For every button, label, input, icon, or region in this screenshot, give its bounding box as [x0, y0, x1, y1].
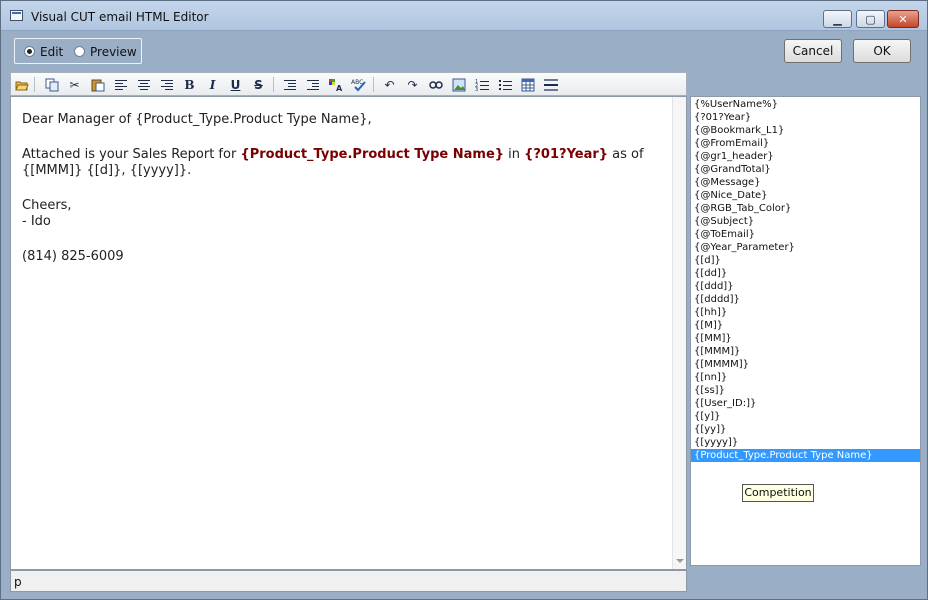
outdent-icon[interactable] — [281, 76, 298, 93]
redo-icon[interactable]: ↷ — [404, 76, 421, 93]
field-list-item[interactable]: {Product_Type.Product Type Name} — [691, 449, 920, 462]
html-editor-area[interactable]: Dear Manager of {Product_Type.Product Ty… — [10, 96, 687, 570]
field-list-item[interactable]: {@Year_Parameter} — [691, 241, 920, 254]
field-list-item[interactable]: {[d]} — [691, 254, 920, 267]
link-icon[interactable] — [427, 76, 444, 93]
format-toolbar: ✂ B I U S A ABC ↶ ↷ 1 2 3 — [10, 72, 687, 96]
preview-radio[interactable] — [74, 46, 85, 57]
italic-button[interactable]: I — [204, 76, 221, 93]
open-icon[interactable] — [13, 76, 30, 93]
field-list-item[interactable]: {[MMM]} — [691, 345, 920, 358]
field-list-item[interactable]: {[dddd]} — [691, 293, 920, 306]
editor-text-suffix: as of — [608, 147, 644, 162]
indent-icon[interactable] — [304, 76, 321, 93]
align-right-icon[interactable] — [158, 76, 175, 93]
table-icon[interactable] — [519, 76, 536, 93]
bullet-list-icon[interactable] — [496, 76, 513, 93]
field-list-item[interactable]: {@FromEmail} — [691, 137, 920, 150]
title-bar: Visual CUT email HTML Editor ▁ ▢ ✕ — [1, 1, 927, 31]
editor-text-date: {[MMM]} {[d]}, {[yyyy]}. — [22, 163, 192, 178]
strikethrough-button[interactable]: S — [250, 76, 267, 93]
field-list-item[interactable]: {[yy]} — [691, 423, 920, 436]
align-left-icon[interactable] — [112, 76, 129, 93]
field-list-item[interactable]: {[dd]} — [691, 267, 920, 280]
field-list-item[interactable]: {[M]} — [691, 319, 920, 332]
edit-radio-label[interactable]: Edit — [40, 45, 63, 59]
minimize-icon: ▁ — [833, 12, 842, 26]
field-list-item[interactable]: {[y]} — [691, 410, 920, 423]
field-list-item[interactable]: {@Bookmark_L1} — [691, 124, 920, 137]
close-icon: ✕ — [898, 12, 908, 26]
field-list-item[interactable]: {%UserName%} — [691, 98, 920, 111]
close-button[interactable]: ✕ — [887, 10, 919, 28]
field-list-item[interactable]: {[hh]} — [691, 306, 920, 319]
editor-paragraph-report: Attached is your Sales Report for {Produ… — [22, 147, 667, 179]
edit-radio[interactable] — [24, 46, 35, 57]
editor-text-cheers: Cheers, — [22, 198, 72, 213]
editor-paragraph-signoff: Cheers, - Ido — [22, 198, 667, 230]
bold-button[interactable]: B — [181, 76, 198, 93]
maximize-button[interactable]: ▢ — [856, 10, 885, 28]
ok-button[interactable]: OK — [853, 39, 911, 63]
field-list-item[interactable]: {@Nice_Date} — [691, 189, 920, 202]
editor-content[interactable]: Dear Manager of {Product_Type.Product Ty… — [22, 112, 667, 284]
field-list-item[interactable]: {@ToEmail} — [691, 228, 920, 241]
field-list-item[interactable]: {[ddd]} — [691, 280, 920, 293]
cancel-button[interactable]: Cancel — [784, 39, 842, 63]
editor-text-prefix: Attached is your Sales Report for — [22, 147, 241, 162]
editor-window: Visual CUT email HTML Editor ▁ ▢ ✕ Edit … — [0, 0, 928, 600]
tooltip: Competition — [742, 484, 814, 502]
field-list-item[interactable]: {[MMMM]} — [691, 358, 920, 371]
editor-field-year: {?01?Year} — [524, 147, 609, 162]
editor-line-greeting: Dear Manager of {Product_Type.Product Ty… — [22, 112, 372, 127]
app-icon — [10, 10, 23, 21]
current-tag: p — [14, 575, 22, 589]
preview-radio-label[interactable]: Preview — [90, 45, 137, 59]
editor-text-mid: in — [504, 147, 525, 162]
cut-icon[interactable]: ✂ — [66, 76, 83, 93]
mode-selector: Edit Preview — [14, 38, 142, 64]
copy-icon[interactable] — [43, 76, 60, 93]
align-center-icon[interactable] — [135, 76, 152, 93]
numbered-list-icon[interactable]: 123 — [473, 76, 490, 93]
paste-icon[interactable] — [89, 76, 106, 93]
field-list-item[interactable]: {@GrandTotal} — [691, 163, 920, 176]
spellcheck-icon[interactable]: ABC — [350, 76, 367, 93]
field-list-item[interactable]: {[yyyy]} — [691, 436, 920, 449]
font-color-icon[interactable]: A — [327, 76, 344, 93]
scroll-down-icon[interactable] — [676, 559, 684, 563]
editor-line-phone: (814) 825-6009 — [22, 249, 124, 264]
image-icon[interactable] — [450, 76, 467, 93]
field-list-item[interactable]: {@gr1_header} — [691, 150, 920, 163]
field-list-item[interactable]: {[User_ID:]} — [691, 397, 920, 410]
svg-text:3: 3 — [475, 87, 478, 92]
editor-field-product-type: {Product_Type.Product Type Name} — [240, 147, 505, 162]
field-list-item[interactable]: {[ss]} — [691, 384, 920, 397]
maximize-icon: ▢ — [865, 12, 876, 26]
status-bar: p — [10, 570, 687, 592]
field-list-item[interactable]: {?01?Year} — [691, 111, 920, 124]
field-list-item[interactable]: {[nn]} — [691, 371, 920, 384]
editor-text-name: - Ido — [22, 214, 51, 229]
field-list-item[interactable]: {@RGB_Tab_Color} — [691, 202, 920, 215]
undo-icon[interactable]: ↶ — [381, 76, 398, 93]
field-list-item[interactable]: {@Message} — [691, 176, 920, 189]
editor-scrollbar[interactable] — [672, 97, 686, 569]
field-list-item[interactable]: {[MM]} — [691, 332, 920, 345]
horizontal-rule-icon[interactable] — [542, 76, 559, 93]
window-title: Visual CUT email HTML Editor — [31, 10, 209, 24]
field-list-item[interactable]: {@Subject} — [691, 215, 920, 228]
minimize-button[interactable]: ▁ — [823, 10, 852, 28]
underline-button[interactable]: U — [227, 76, 244, 93]
svg-text:A: A — [336, 84, 343, 92]
